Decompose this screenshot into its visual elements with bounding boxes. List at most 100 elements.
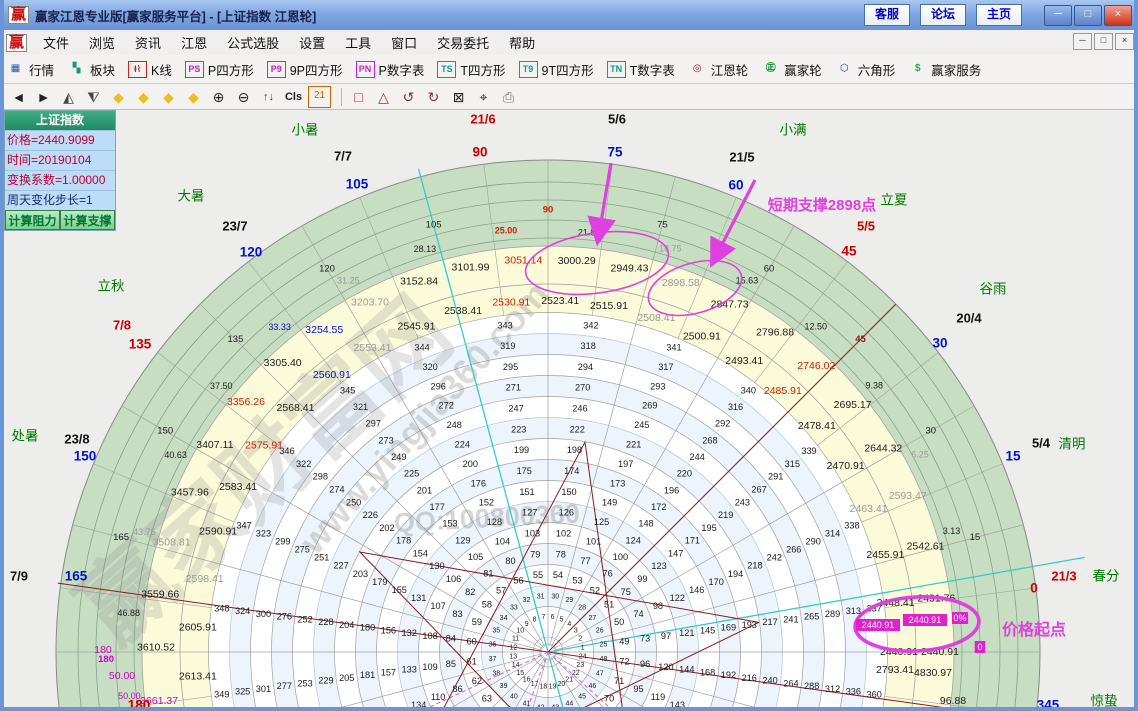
calc-support-button[interactable]: 计算支撑	[60, 210, 115, 230]
arrow-right-icon[interactable]: ►	[33, 87, 54, 107]
minimize-button[interactable]: ─	[1044, 5, 1072, 26]
svg-text:15: 15	[1005, 449, 1021, 464]
svg-text:46: 46	[589, 683, 597, 690]
svg-text:249: 249	[391, 452, 406, 462]
svg-text:151: 151	[519, 487, 534, 497]
center-target-icon[interactable]: ⌖	[473, 87, 494, 107]
tool-tn-table[interactable]: TNT数字表	[607, 60, 675, 79]
svg-text:16: 16	[523, 677, 531, 684]
svg-text:70: 70	[604, 693, 614, 703]
svg-text:180: 180	[128, 698, 151, 707]
zoom-in-icon[interactable]: ⊕	[208, 87, 229, 107]
tri-down-icon[interactable]: ⧨	[83, 87, 104, 107]
menu-item-2[interactable]: 资讯	[125, 33, 171, 52]
menu-item-4[interactable]: 公式选股	[217, 33, 289, 52]
tool-candlestick[interactable]: ⱡ⌇K线	[128, 60, 172, 79]
gann-wheel-chart[interactable]: 赢家财富网www.yingjia360.comQQ:10080036012345…	[4, 110, 1134, 707]
menu-item-1[interactable]: 浏览	[79, 33, 125, 52]
svg-text:5: 5	[559, 617, 563, 624]
svg-text:204: 204	[339, 620, 354, 630]
rotate-ccw-icon[interactable]: ↺	[398, 87, 419, 107]
tool-dollar[interactable]: $赢家服务	[908, 60, 981, 79]
svg-text:49: 49	[619, 636, 629, 646]
svg-text:266: 266	[786, 545, 801, 555]
svg-text:18: 18	[540, 684, 548, 691]
menu-item-6[interactable]: 工具	[335, 33, 381, 52]
svg-text:春分: 春分	[1093, 569, 1120, 584]
rect-tool-icon[interactable]: □	[348, 87, 369, 107]
svg-text:321: 321	[353, 402, 368, 412]
menu-item-0[interactable]: 文件	[33, 33, 79, 52]
svg-text:39: 39	[500, 683, 508, 690]
svg-text:43.75: 43.75	[133, 527, 156, 537]
svg-text:37.50: 37.50	[210, 381, 233, 391]
close-button[interactable]: ×	[1104, 5, 1132, 26]
tool-ps-square[interactable]: PSP四方形	[185, 60, 254, 79]
mdi-minimize-button[interactable]: ─	[1073, 33, 1092, 50]
calendar-icon[interactable]: 21	[308, 86, 331, 108]
tool-t9-square[interactable]: T99T四方形	[519, 60, 594, 79]
tool-p9-square[interactable]: P99P四方形	[267, 60, 343, 79]
menu-item-7[interactable]: 窗口	[381, 33, 427, 52]
svg-text:203: 203	[353, 569, 368, 579]
svg-text:345: 345	[1037, 698, 1060, 707]
triangle-tool-icon[interactable]: △	[373, 87, 394, 107]
svg-text:36: 36	[489, 642, 497, 649]
mdi-close-button[interactable]: ×	[1115, 33, 1134, 50]
svg-text:2847.73: 2847.73	[711, 298, 749, 310]
diamond-up-icon[interactable]: ◆	[158, 87, 179, 107]
tool-winner-wheel[interactable]: ㊣赢家轮	[761, 60, 822, 79]
svg-text:216: 216	[742, 673, 757, 683]
svg-text:223: 223	[511, 424, 526, 434]
arrow-left-icon[interactable]: ◄	[8, 87, 29, 107]
mdi-restore-button[interactable]: □	[1094, 33, 1113, 50]
titlebar-link-1[interactable]: 论坛	[920, 4, 966, 26]
diamond-right-icon[interactable]: ◆	[133, 87, 154, 107]
calc-resistance-button[interactable]: 计算阻力	[5, 210, 60, 230]
tool-pn-table[interactable]: PNP数字表	[356, 60, 425, 79]
svg-text:250: 250	[346, 497, 361, 507]
tool-label: 赢家轮	[784, 60, 822, 79]
rotate-cw-icon[interactable]: ↻	[423, 87, 444, 107]
maximize-button[interactable]: □	[1074, 5, 1102, 26]
diamond-down-icon[interactable]: ◆	[183, 87, 204, 107]
main-toolbar: ▦行情 ▚板块 ⱡ⌇K线 PSP四方形 P99P四方形 PNP数字表 TST四方形 T99T四…	[0, 55, 1138, 84]
svg-text:7/8: 7/8	[113, 317, 131, 332]
tool-blocks[interactable]: ▚板块	[67, 60, 115, 79]
gann-wheel-icon: ◎	[688, 61, 707, 78]
sort-icon[interactable]: ↑↓	[258, 87, 279, 107]
svg-text:2538.41: 2538.41	[444, 305, 482, 317]
tool-hexagon[interactable]: ⬡六角形	[835, 60, 896, 79]
zoom-out-icon[interactable]: ⊖	[233, 87, 254, 107]
svg-text:7/7: 7/7	[334, 148, 352, 163]
menu-item-3[interactable]: 江恩	[171, 33, 217, 52]
diamond-left-icon[interactable]: ◆	[108, 87, 129, 107]
svg-text:63: 63	[482, 693, 492, 703]
svg-text:54: 54	[553, 570, 563, 580]
svg-text:59: 59	[472, 617, 482, 627]
menu-item-8[interactable]: 交易委托	[427, 33, 499, 52]
svg-text:101: 101	[586, 536, 601, 546]
menu-item-5[interactable]: 设置	[289, 33, 335, 52]
svg-text:29: 29	[566, 597, 574, 604]
boxed-x-icon[interactable]: ⊠	[448, 87, 469, 107]
tool-gann-wheel[interactable]: ◎江恩轮	[688, 60, 749, 79]
svg-text:3559.66: 3559.66	[141, 589, 179, 601]
tool-label: P数字表	[379, 60, 425, 79]
svg-text:7/9: 7/9	[10, 568, 28, 583]
svg-text:105: 105	[346, 177, 369, 192]
cls-icon[interactable]: Cls	[283, 87, 304, 107]
candlestick-icon: ⱡ⌇	[128, 61, 147, 78]
svg-text:3: 3	[574, 628, 578, 635]
svg-text:3152.84: 3152.84	[400, 276, 438, 288]
titlebar-link-2[interactable]: 主页	[976, 4, 1022, 26]
titlebar-link-0[interactable]: 客服	[864, 4, 910, 26]
board-icon[interactable]: ⎙	[498, 87, 519, 107]
svg-text:148: 148	[638, 519, 653, 529]
tool-ts-square[interactable]: TST四方形	[437, 60, 505, 79]
tri-up-icon[interactable]: ◭	[58, 87, 79, 107]
menu-item-9[interactable]: 帮助	[499, 33, 545, 52]
tool-grid[interactable]: ▦行情	[6, 60, 54, 79]
svg-text:78: 78	[556, 549, 566, 559]
svg-text:144: 144	[679, 665, 694, 675]
